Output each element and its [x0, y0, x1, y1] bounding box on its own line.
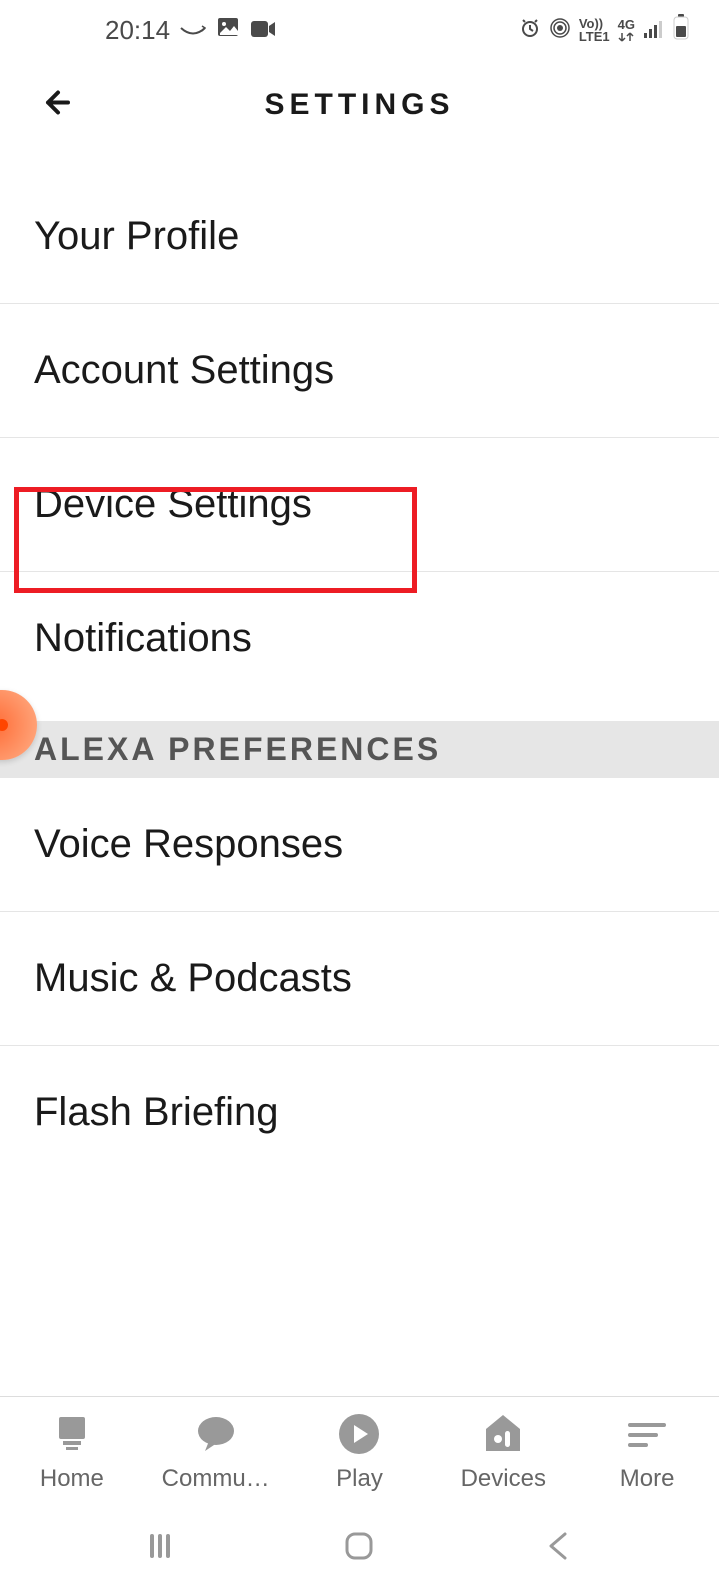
menu-label: Notifications [34, 616, 252, 660]
settings-list: Your Profile Account Settings Device Set… [0, 150, 719, 1179]
menu-label: Flash Briefing [34, 1090, 279, 1134]
menu-item-flash-briefing[interactable]: Flash Briefing [0, 1046, 719, 1179]
menu-label: Music & Podcasts [34, 956, 352, 1000]
section-header-alexa-prefs: ALEXA PREFERENCES [0, 721, 719, 778]
dot-icon [0, 719, 8, 731]
menu-label: Voice Responses [34, 822, 343, 866]
nav-more[interactable]: More [577, 1411, 717, 1493]
amazon-icon [180, 15, 206, 46]
nav-label: Home [40, 1465, 104, 1493]
signal-icon [643, 15, 665, 46]
devices-icon [480, 1411, 526, 1457]
alarm-icon [519, 15, 541, 46]
nav-label: Play [336, 1465, 383, 1493]
sys-back-button[interactable] [541, 1528, 577, 1569]
menu-item-account-settings[interactable]: Account Settings [0, 304, 719, 438]
system-nav [0, 1506, 719, 1591]
status-bar: 20:14 Vo)) LTE1 4G [0, 0, 719, 60]
menu-label: Device Settings [34, 482, 312, 526]
play-icon [336, 1411, 382, 1457]
video-icon [250, 15, 276, 46]
menu-label: Account Settings [34, 348, 334, 392]
bottom-nav: Home Commu… Play Devices More [0, 1396, 719, 1506]
home-button[interactable] [341, 1528, 377, 1569]
more-icon [622, 1411, 672, 1457]
nav-label: Commu… [162, 1465, 270, 1493]
page-title: SETTINGS [0, 88, 719, 122]
status-time: 20:14 [105, 15, 170, 46]
home-icon [49, 1411, 95, 1457]
menu-item-music-podcasts[interactable]: Music & Podcasts [0, 912, 719, 1046]
menu-item-device-settings[interactable]: Device Settings [0, 438, 719, 572]
battery-icon [673, 14, 689, 47]
back-button[interactable] [40, 83, 80, 128]
volte-indicator: Vo)) LTE1 [579, 17, 610, 43]
nav-play[interactable]: Play [289, 1411, 429, 1493]
menu-item-your-profile[interactable]: Your Profile [0, 170, 719, 304]
hotspot-icon [549, 15, 571, 46]
menu-label: Your Profile [34, 214, 239, 258]
app-header: SETTINGS [0, 60, 719, 150]
nav-label: More [620, 1465, 675, 1493]
recents-button[interactable] [142, 1528, 178, 1569]
nav-label: Devices [461, 1465, 546, 1493]
status-right: Vo)) LTE1 4G [519, 14, 689, 47]
nav-communicate[interactable]: Commu… [146, 1411, 286, 1493]
status-left: 20:14 [105, 15, 276, 46]
nav-home[interactable]: Home [2, 1411, 142, 1493]
chat-icon [193, 1411, 239, 1457]
network-indicator: 4G [618, 18, 635, 43]
image-icon [216, 15, 240, 46]
nav-devices[interactable]: Devices [433, 1411, 573, 1493]
menu-item-notifications[interactable]: Notifications [0, 572, 719, 721]
menu-item-voice-responses[interactable]: Voice Responses [0, 778, 719, 912]
